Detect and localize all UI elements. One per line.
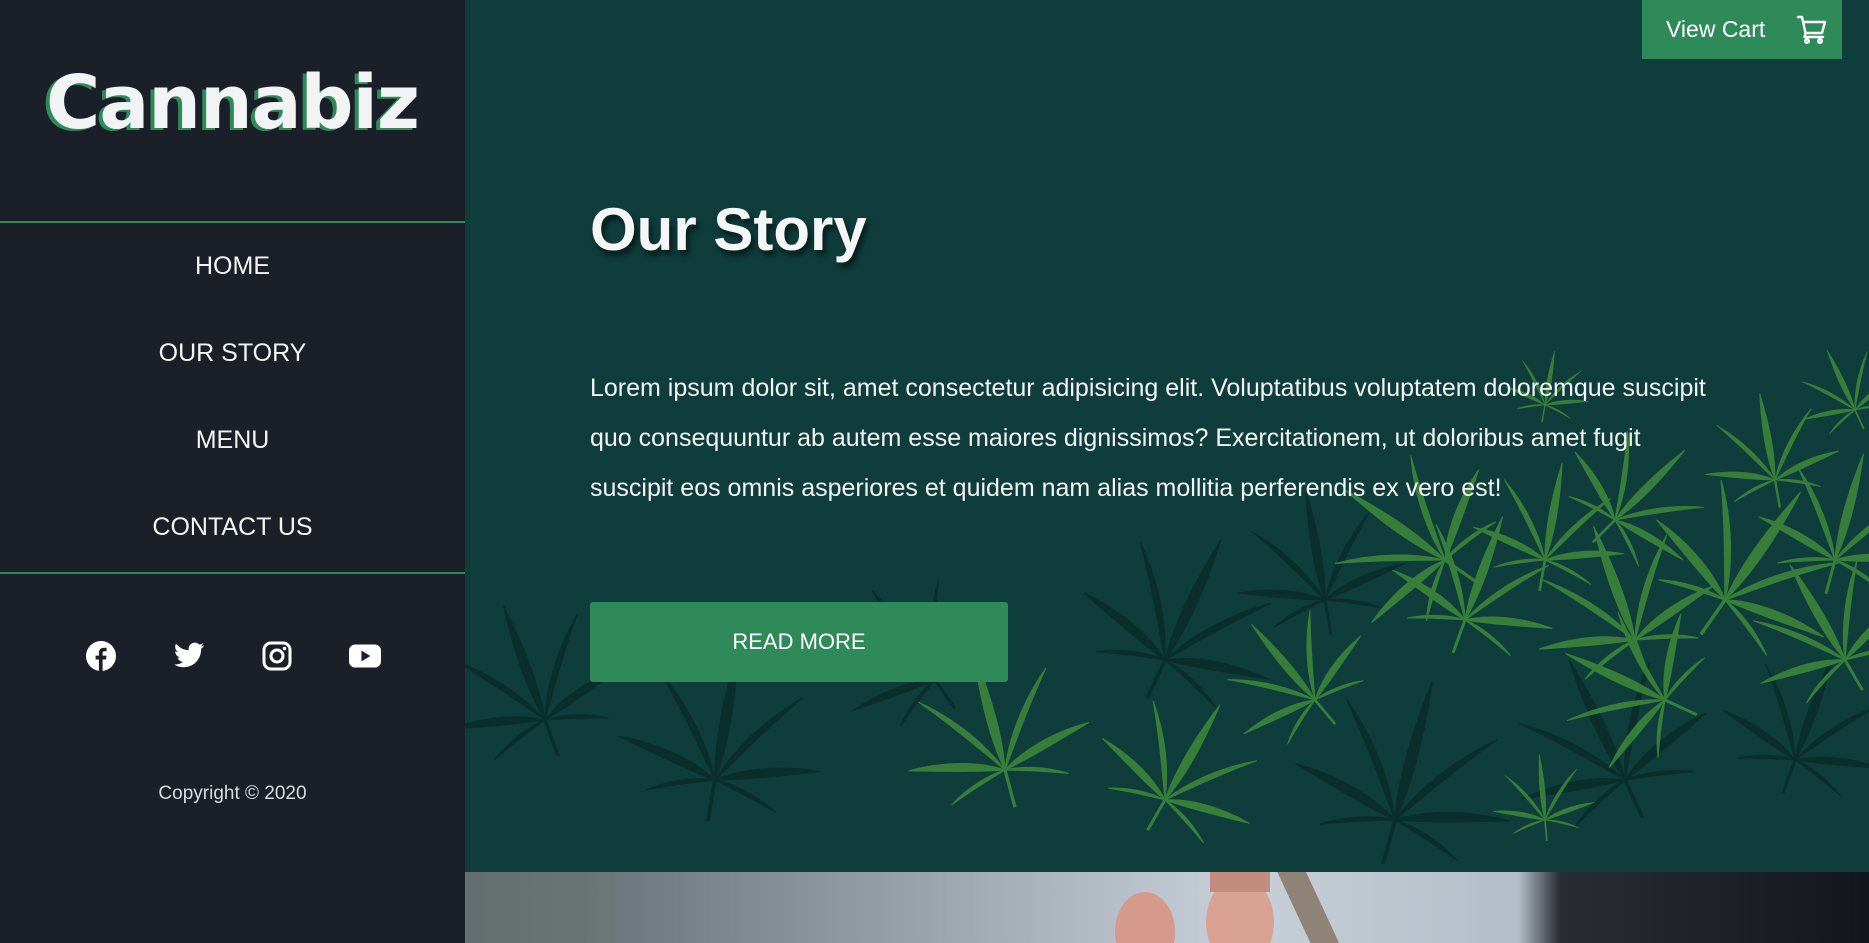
brand-logo[interactable]: Cannabiz bbox=[0, 60, 465, 146]
shopping-cart-icon bbox=[1796, 13, 1828, 51]
nav-item-our-story[interactable]: OUR STORY bbox=[0, 310, 465, 397]
main-nav: HOME OUR STORY MENU CONTACT US bbox=[0, 223, 465, 571]
view-cart-button[interactable]: View Cart bbox=[1642, 0, 1842, 59]
hero-description: Lorem ipsum dolor sit, amet consectetur … bbox=[590, 374, 1706, 502]
view-cart-label: View Cart bbox=[1666, 16, 1766, 42]
facebook-icon[interactable] bbox=[85, 640, 117, 672]
copyright-text: Copyright © 2020 bbox=[158, 783, 307, 804]
story-photo bbox=[465, 872, 1869, 943]
read-more-button[interactable]: READ MORE bbox=[590, 602, 1008, 682]
nav-item-menu[interactable]: MENU bbox=[0, 397, 465, 484]
nav-item-contact-us[interactable]: CONTACT US bbox=[0, 484, 465, 571]
hero-section: View Cart Our Story Lorem ipsum dolor si… bbox=[465, 0, 1869, 872]
page-title: Our Story bbox=[590, 196, 867, 263]
sidebar: Cannabiz HOME OUR STORY MENU CONTACT US bbox=[0, 0, 465, 943]
nav-divider-bottom bbox=[0, 572, 465, 574]
twitter-icon[interactable] bbox=[173, 640, 205, 672]
youtube-icon[interactable] bbox=[348, 640, 381, 672]
instagram-icon[interactable] bbox=[261, 640, 293, 672]
social-links bbox=[0, 640, 465, 672]
nav-item-home[interactable]: HOME bbox=[0, 223, 465, 310]
